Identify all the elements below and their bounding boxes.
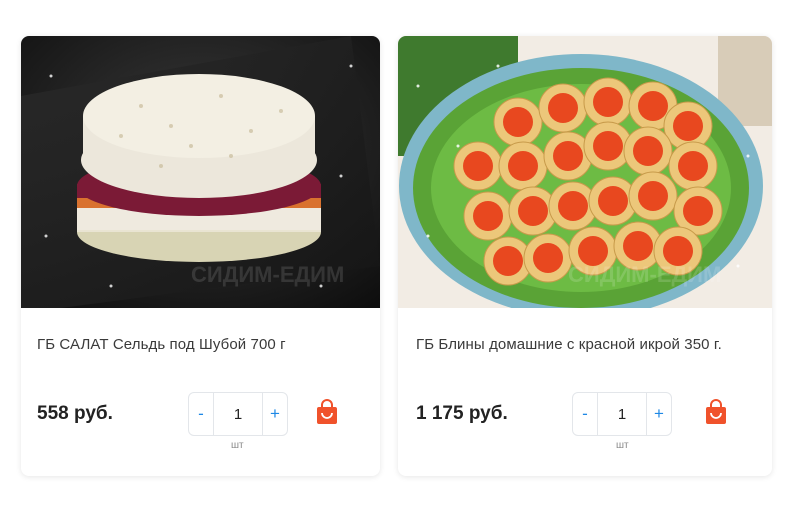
watermark: СИДИМ-ЕДИМ (568, 262, 721, 287)
quantity-input[interactable]: 1 (597, 393, 647, 435)
product-price: 1 175 руб. (416, 403, 508, 424)
shopping-bag-icon[interactable] (705, 399, 727, 425)
increment-button[interactable]: + (647, 393, 671, 435)
decrement-button[interactable]: - (189, 393, 213, 435)
quantity-input[interactable]: 1 (213, 393, 263, 435)
product-title[interactable]: ГБ Блины домашние с красной икрой 350 г. (416, 336, 722, 353)
increment-button[interactable]: + (263, 393, 287, 435)
product-image-pancakes-caviar[interactable]: СИДИМ-ЕДИМ (398, 36, 772, 308)
decrement-button[interactable]: - (573, 393, 597, 435)
quantity-stepper: - 1 + (572, 392, 672, 436)
watermark: СИДИМ-ЕДИМ (191, 262, 344, 287)
product-image-herring-salad[interactable]: СИДИМ-ЕДИМ (21, 36, 380, 308)
product-title[interactable]: ГБ САЛАТ Сельдь под Шубой 700 г (37, 336, 286, 353)
product-price: 558 руб. (37, 403, 113, 424)
product-card: СИДИМ-ЕДИМ ГБ САЛАТ Сельдь под Шубой 700… (21, 36, 380, 476)
unit-label: шт (231, 440, 244, 451)
shopping-bag-icon[interactable] (316, 399, 338, 425)
product-card: СИДИМ-ЕДИМ ГБ Блины домашние с красной и… (398, 36, 772, 476)
unit-label: шт (616, 440, 629, 451)
quantity-stepper: - 1 + (188, 392, 288, 436)
